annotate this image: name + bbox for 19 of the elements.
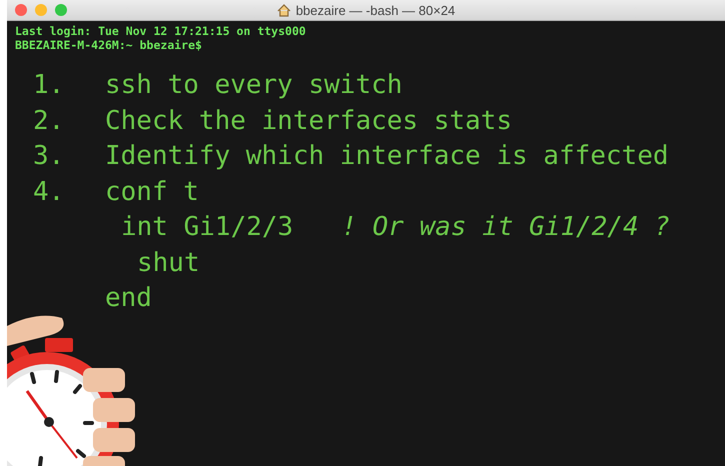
- command-text: shut: [137, 246, 200, 280]
- step-text: conf t: [105, 176, 199, 208]
- zoom-button[interactable]: [55, 4, 67, 16]
- terminal-line: BBEZAIRE-M-426M:~ bbezaire$: [15, 38, 203, 52]
- step-text: Identify which interface is affected: [105, 140, 669, 173]
- step-number: 4.: [33, 176, 66, 208]
- step-text: ssh to every switch: [105, 69, 402, 102]
- step-number: 2.: [33, 104, 66, 138]
- command-text: int Gi1/2/3: [121, 211, 294, 244]
- terminal-line: Last login: Tue Nov 12 17:21:15 on ttys000: [15, 24, 307, 38]
- step-text: end: [105, 282, 152, 315]
- window-title: bbezaire — -bash — 80×24: [296, 2, 456, 18]
- minimize-button[interactable]: [35, 4, 47, 16]
- close-button[interactable]: [15, 4, 27, 16]
- step-number: 1.: [33, 69, 66, 102]
- step-number: 3.: [33, 140, 66, 173]
- step-text: Check the interfaces stats: [105, 104, 512, 138]
- home-icon: [276, 4, 291, 16]
- comment-text: ! Or was it Gi1/2/4 ?: [341, 211, 670, 244]
